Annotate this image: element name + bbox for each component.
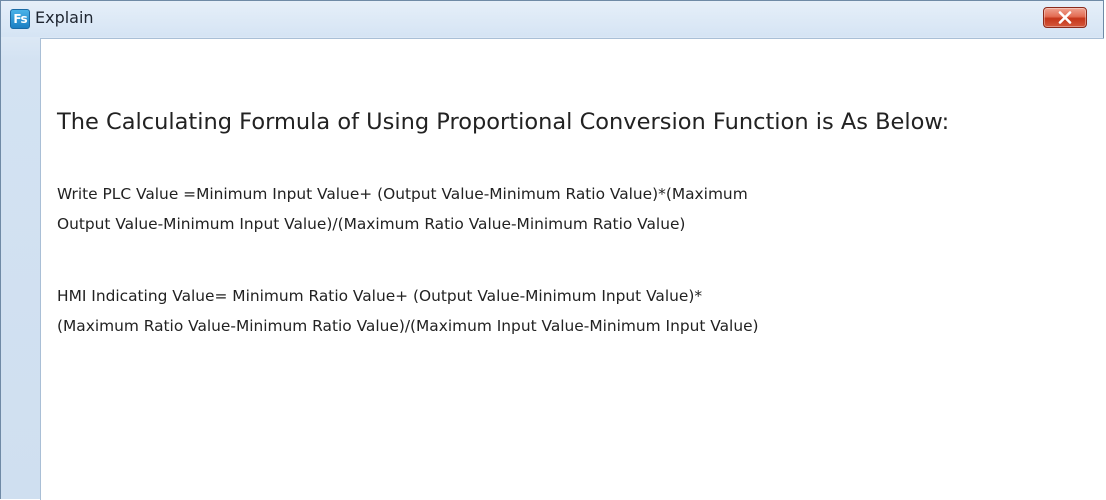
hmi-formula-line-1: HMI Indicating Value= Minimum Ratio Valu…: [57, 287, 703, 305]
explain-content: The Calculating Formula of Using Proport…: [40, 38, 1104, 500]
write-plc-formula-line-1: Write PLC Value =Minimum Input Value+ (O…: [57, 185, 748, 203]
hmi-indicating-formula: HMI Indicating Value= Minimum Ratio Valu…: [57, 281, 1057, 341]
title-bar[interactable]: Fs Explain: [1, 1, 1103, 37]
close-icon: [1058, 11, 1072, 24]
window-title: Explain: [35, 8, 94, 27]
hmi-formula-line-2: (Maximum Ratio Value-Minimum Ratio Value…: [57, 317, 759, 335]
formula-heading: The Calculating Formula of Using Proport…: [57, 109, 950, 135]
write-plc-formula-line-2: Output Value-Minimum Input Value)/(Maxim…: [57, 215, 686, 233]
write-plc-formula: Write PLC Value =Minimum Input Value+ (O…: [57, 179, 1057, 239]
app-icon: Fs: [10, 9, 30, 29]
close-button[interactable]: [1043, 7, 1087, 28]
